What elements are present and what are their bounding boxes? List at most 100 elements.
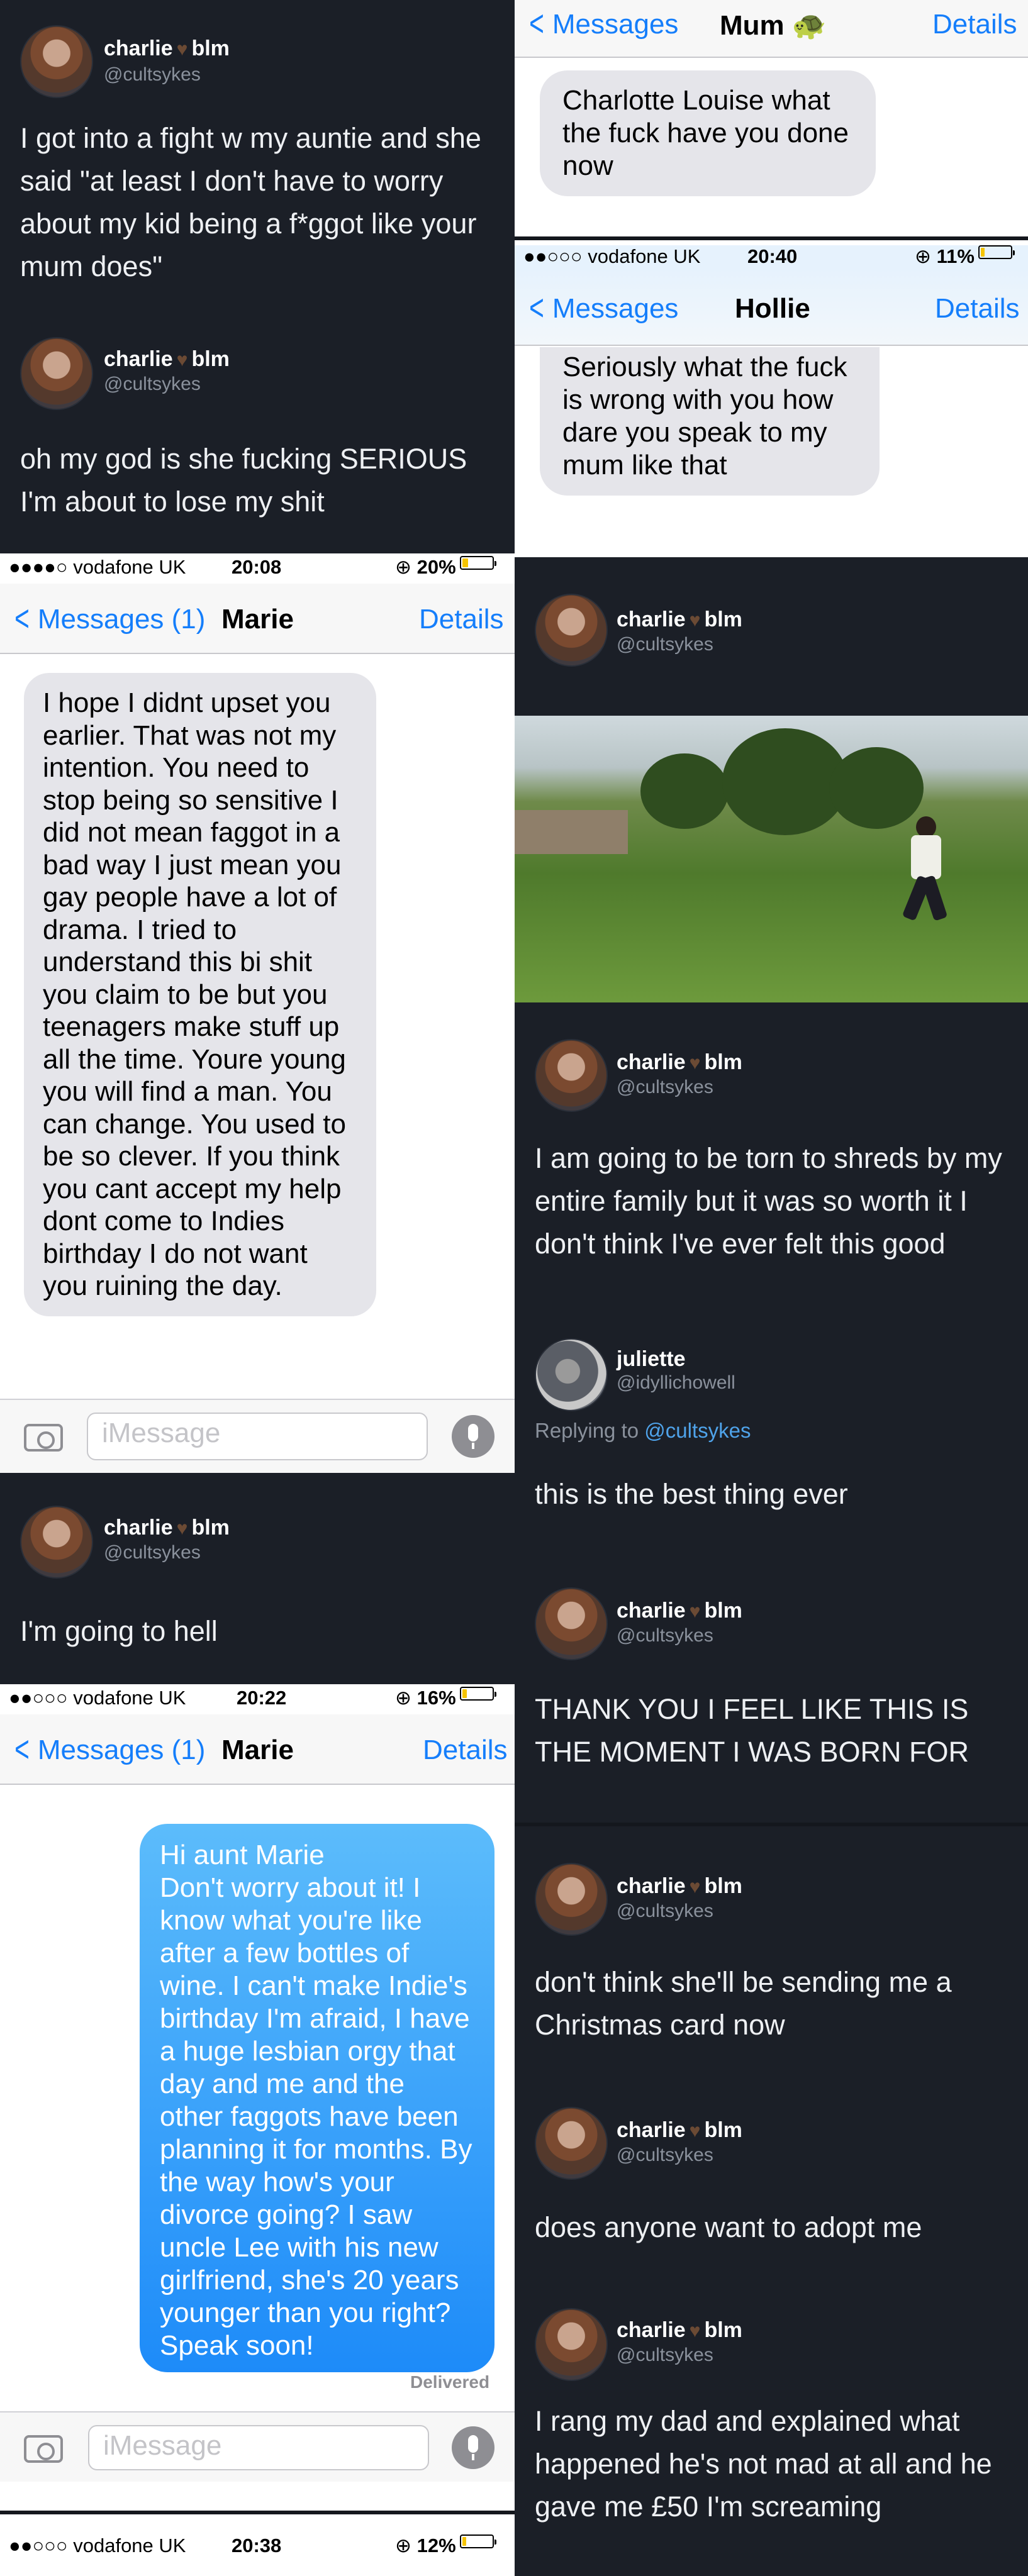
tweet-handle[interactable]: @cultsykes — [617, 2345, 713, 2366]
battery-level-fill — [980, 248, 985, 257]
clock-time: 20:40 — [747, 245, 798, 267]
details-button[interactable]: Details — [423, 1735, 508, 1766]
avatar[interactable] — [20, 337, 93, 410]
heart-emoji-icon: ♥ — [689, 1053, 701, 1074]
input-bar: iMessage — [0, 1399, 515, 1473]
tweet-author[interactable]: charlie ♥ blm — [104, 347, 230, 372]
back-button[interactable]: < Messages — [526, 287, 678, 328]
tweet-text: I am going to be torn to shreds by my en… — [535, 1142, 1002, 1260]
tweet-handle[interactable]: @idyllichowell — [617, 1372, 735, 1394]
camera-icon[interactable] — [24, 1424, 63, 1452]
battery-icon — [459, 556, 496, 570]
back-button[interactable]: < Messages (1) — [11, 598, 205, 639]
details-button[interactable]: Details — [935, 293, 1020, 325]
details-button[interactable]: Details — [932, 9, 1017, 40]
chevron-left-icon: < — [14, 598, 30, 639]
avatar[interactable] — [535, 1587, 608, 1660]
carrier-label: ●●○○○ vodafone UK — [9, 1687, 186, 1709]
tweet-panel-7: charlie ♥ blm @cultsykes I'm going to hell — [0, 1473, 515, 1684]
tweet-author[interactable]: charlie ♥ blm — [617, 2118, 742, 2143]
tweet-text: I got into a fight w my auntie and she s… — [20, 122, 481, 282]
carrier-label: ●●○○○ vodafone UK — [9, 2534, 186, 2557]
avatar[interactable] — [535, 1863, 608, 1936]
conversation-title: Marie — [221, 1735, 294, 1765]
status-bar: ●●○○○ vodafone UK 20:22 ⊕ 16% — [0, 1687, 515, 1714]
tweet-text: does anyone want to adopt me — [535, 2211, 922, 2243]
replying-to-label: Replying to @cultsykes — [535, 1419, 751, 1442]
screenshot-collage: charlie ♥ blm @cultsykes I got into a figh… — [0, 0, 1028, 2576]
input-bar: iMessage — [0, 2411, 515, 2482]
clock-time: 20:08 — [232, 556, 282, 578]
back-button[interactable]: < Messages — [526, 3, 678, 44]
tweet-text: I rang my dad and explained what happene… — [535, 2405, 992, 2523]
heart-emoji-icon: ♥ — [689, 2121, 701, 2141]
tweet-author[interactable]: charlie ♥ blm — [617, 2318, 742, 2343]
tweet-author[interactable]: charlie ♥ blm — [617, 1599, 742, 1623]
tweet-text: oh my god is she fucking SERIOUS I'm abo… — [20, 443, 467, 518]
heart-emoji-icon: ♥ — [689, 610, 701, 631]
microphone-icon[interactable] — [452, 2426, 494, 2469]
back-button[interactable]: < Messages (1) — [11, 1729, 205, 1770]
message-bubble-outgoing: Hi aunt Marie Don't worry about it! I kn… — [140, 1824, 494, 2372]
tweet-text: don't think she'll be sending me a Chris… — [535, 1966, 952, 2041]
avatar[interactable] — [535, 594, 608, 667]
heart-emoji-icon: ♥ — [176, 1518, 188, 1539]
tweet-author[interactable]: charlie ♥ blm — [104, 36, 230, 61]
reply-mention-link[interactable]: @cultsykes — [644, 1419, 751, 1442]
chevron-left-icon: < — [529, 287, 544, 328]
tweet-handle[interactable]: @cultsykes — [617, 1901, 713, 1922]
tweet-handle[interactable]: @cultsykes — [617, 634, 713, 655]
sms-screen-marie-2: ●●○○○ vodafone UK 20:22 ⊕ 16% < Messages … — [0, 1684, 515, 2529]
tweet-panel-8: charlie ♥ blm @cultsykes don't think she'l… — [515, 1826, 1028, 2093]
battery-indicator: ⊕ 12% — [395, 2534, 496, 2557]
battery-level-fill — [462, 558, 468, 567]
tweet-handle[interactable]: @cultsykes — [104, 374, 201, 395]
tweet-text: THANK YOU I FEEL LIKE THIS IS THE MOMENT… — [535, 1693, 969, 1768]
tweet-panel-6: charlie ♥ blm @cultsykes THANK YOU I FEEL … — [515, 1587, 1028, 1858]
shed-shape — [515, 810, 628, 854]
delivered-label: Delivered — [410, 2372, 490, 2392]
battery-indicator: ⊕ 16% — [395, 1687, 496, 1709]
imessage-input[interactable]: iMessage — [87, 1413, 428, 1460]
battery-indicator: ⊕ 11% — [915, 245, 1015, 268]
battery-icon — [459, 2534, 496, 2548]
tweet-author[interactable]: charlie ♥ blm — [617, 1050, 742, 1075]
tweet-handle[interactable]: @cultsykes — [617, 1077, 713, 1098]
heart-emoji-icon: ♥ — [689, 2321, 701, 2341]
details-button[interactable]: Details — [419, 604, 504, 635]
tweet-panel-5: juliette @idyllichowell Replying to @cul… — [515, 1298, 1028, 1587]
sms-screen-last: ●●○○○ vodafone UK 20:38 ⊕ 12% — [0, 2529, 515, 2576]
conversation-title: Hollie — [735, 293, 810, 324]
sms-screen-mum: < Messages Mum 🐢 Details Charlotte Louise… — [515, 0, 1028, 240]
avatar[interactable] — [535, 1039, 608, 1112]
avatar[interactable] — [535, 2107, 608, 2180]
microphone-icon[interactable] — [452, 1415, 494, 1458]
chevron-left-icon: < — [14, 1729, 30, 1770]
tweet-author[interactable]: juliette — [617, 1347, 686, 1372]
tweet-handle[interactable]: @cultsykes — [104, 1542, 201, 1563]
tweet-handle[interactable]: @cultsykes — [617, 1625, 713, 1646]
tweet-panel-4: charlie ♥ blm @cultsykes I am going to be … — [515, 1002, 1028, 1298]
avatar[interactable] — [535, 1338, 608, 1411]
status-bar: ●●●●○ vodafone UK 20:08 ⊕ 20% — [0, 556, 515, 584]
tweet-handle[interactable]: @cultsykes — [617, 2145, 713, 2166]
tweet-panel-1: charlie ♥ blm @cultsykes I got into a figh… — [0, 0, 515, 553]
tweet-author[interactable]: charlie ♥ blm — [617, 1874, 742, 1899]
conversation-title: Mum 🐢 — [720, 10, 827, 41]
avatar[interactable] — [20, 25, 93, 98]
carrier-label: ●●○○○ vodafone UK — [523, 245, 701, 267]
tweet-handle[interactable]: @cultsykes — [104, 64, 201, 86]
tweet-panel-9: charlie ♥ blm @cultsykes does anyone want … — [515, 2093, 1028, 2293]
tweet-video-thumbnail[interactable] — [515, 716, 1028, 1002]
tweet-panel-10: charlie ♥ blm @cultsykes I rang my dad and… — [515, 2293, 1028, 2576]
avatar[interactable] — [20, 1506, 93, 1579]
chevron-left-icon: < — [529, 3, 544, 44]
tweet-author[interactable]: charlie ♥ blm — [104, 1516, 230, 1540]
tweet-author[interactable]: charlie ♥ blm — [617, 608, 742, 632]
imessage-input[interactable]: iMessage — [88, 2425, 429, 2470]
nav-bar: < Messages (1) Marie Details — [0, 584, 515, 654]
camera-icon[interactable] — [24, 2435, 63, 2463]
conversation-title: Marie — [221, 604, 294, 635]
avatar[interactable] — [535, 2308, 608, 2381]
battery-indicator: ⊕ 20% — [395, 556, 496, 579]
